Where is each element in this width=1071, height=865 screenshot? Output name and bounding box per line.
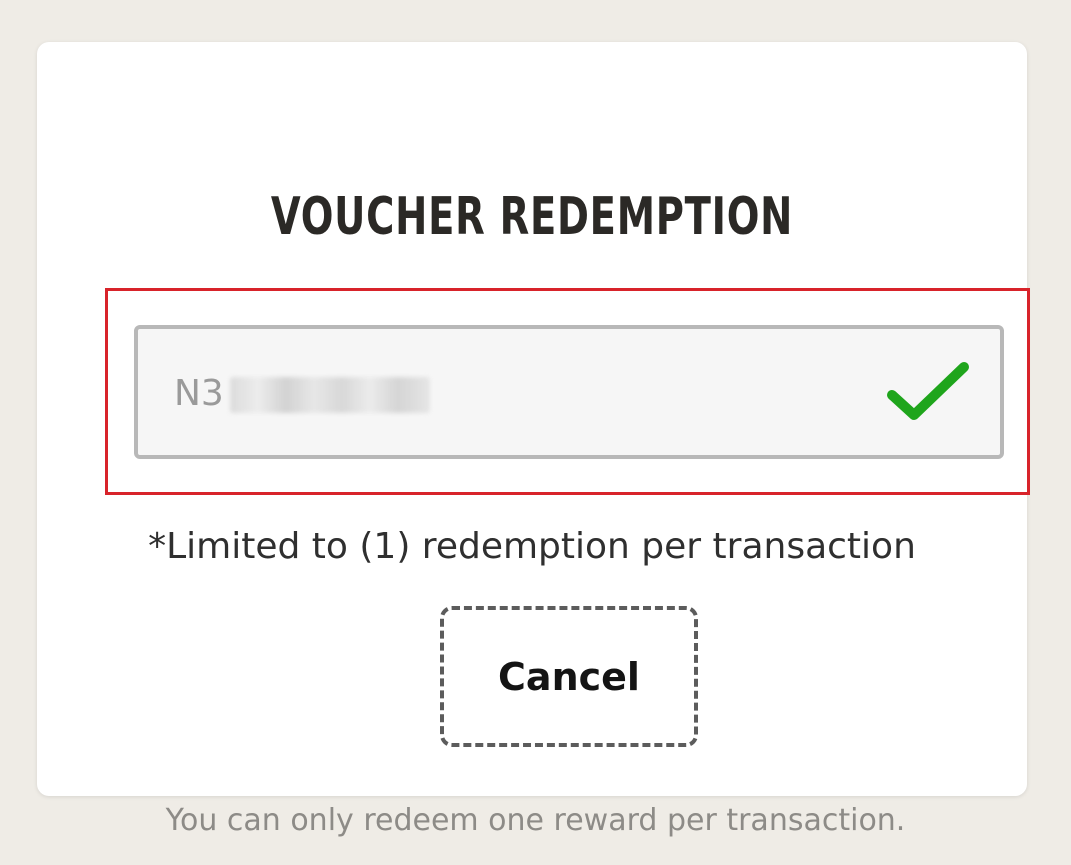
redacted-code-segment [230, 377, 430, 413]
checkmark-icon [887, 362, 969, 420]
voucher-code-value: N3 [174, 373, 224, 414]
redemption-limit-note: *Limited to (1) redemption per transacti… [148, 526, 916, 567]
cancel-button[interactable]: Cancel [440, 606, 698, 747]
reward-limit-footnote: You can only redeem one reward per trans… [165, 803, 906, 838]
voucher-code-field[interactable]: N3 [134, 325, 1004, 459]
voucher-redemption-dialog: VOUCHER REDEMPTION N3 *Limited to (1) re… [37, 42, 1030, 796]
dialog-title: VOUCHER REDEMPTION [270, 187, 794, 247]
